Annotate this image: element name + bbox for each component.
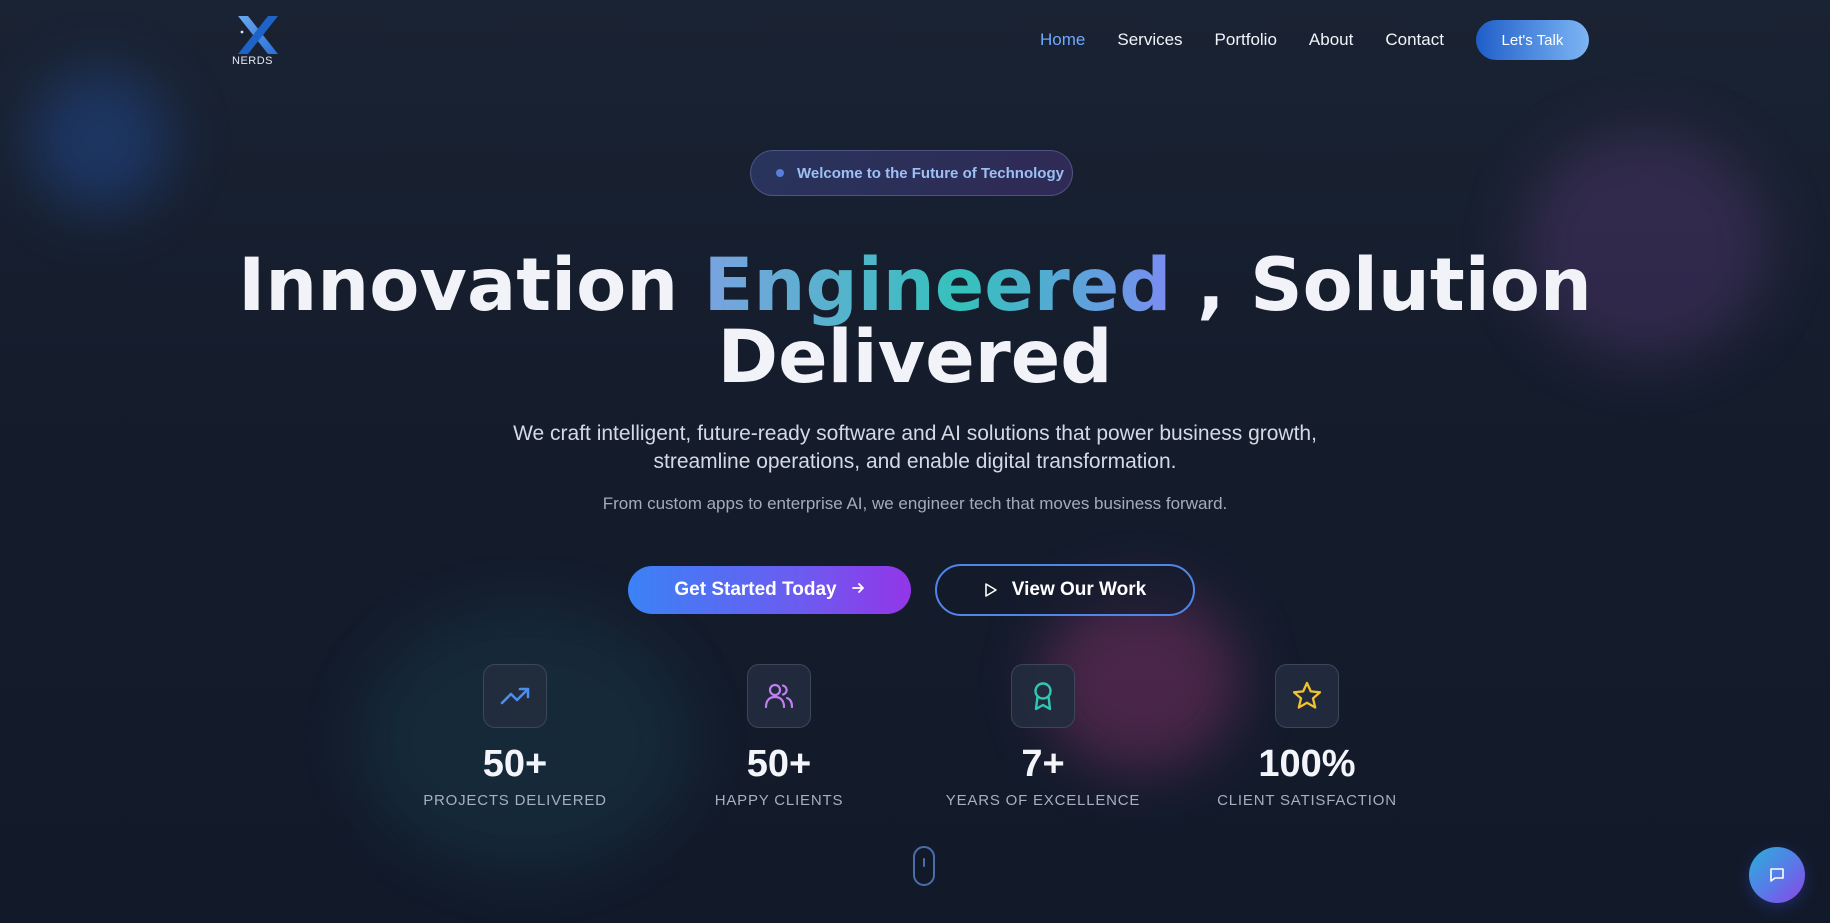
nav-portfolio[interactable]: Portfolio bbox=[1215, 20, 1277, 60]
welcome-badge: Welcome to the Future of Technology bbox=[750, 150, 1073, 196]
hero-subtitle: We craft intelligent, future-ready softw… bbox=[0, 420, 1830, 476]
chat-icon bbox=[1768, 866, 1786, 884]
hero-headline: Innovation Engineered , Solution Deliver… bbox=[0, 249, 1830, 400]
nav-services[interactable]: Services bbox=[1117, 20, 1182, 60]
dot-icon bbox=[776, 169, 784, 177]
stat-label: CLIENT SATISFACTION bbox=[1217, 792, 1397, 809]
users-icon bbox=[747, 664, 811, 728]
stat-clients: 50+ HAPPY CLIENTS bbox=[679, 664, 879, 809]
scroll-wheel bbox=[923, 858, 925, 867]
stat-value: 50+ bbox=[482, 743, 548, 785]
background-glow bbox=[30, 70, 170, 210]
scroll-indicator-icon[interactable] bbox=[913, 846, 935, 886]
trending-up-icon bbox=[483, 664, 547, 728]
view-our-work-label: View Our Work bbox=[1011, 579, 1147, 600]
play-icon bbox=[984, 582, 998, 598]
headline-part1: Innovation bbox=[238, 243, 704, 328]
welcome-badge-text: Welcome to the Future of Technology bbox=[797, 164, 1064, 182]
lets-talk-button[interactable]: Let's Talk bbox=[1475, 20, 1589, 60]
nav-home[interactable]: Home bbox=[1040, 20, 1085, 60]
get-started-button[interactable]: Get Started Today bbox=[628, 566, 911, 614]
logo-wordmark: NERDS bbox=[232, 55, 274, 67]
get-started-label: Get Started Today bbox=[674, 579, 837, 600]
stat-projects: 50+ PROJECTS DELIVERED bbox=[415, 664, 615, 809]
hero-tagline: From custom apps to enterprise AI, we en… bbox=[602, 494, 1228, 513]
subtitle-line1: We craft intelligent, future-ready softw… bbox=[513, 422, 1317, 445]
view-our-work-button[interactable]: View Our Work bbox=[935, 564, 1195, 616]
stat-label: YEARS OF EXCELLENCE bbox=[945, 792, 1141, 809]
stat-label: PROJECTS DELIVERED bbox=[423, 792, 607, 809]
nav-contact[interactable]: Contact bbox=[1385, 20, 1444, 60]
page: NERDS Home Services Portfolio About Cont… bbox=[0, 0, 1830, 923]
arrow-right-icon bbox=[851, 580, 865, 600]
award-icon bbox=[1011, 664, 1075, 728]
main-nav: Home Services Portfolio About Contact Le… bbox=[1040, 20, 1589, 60]
stat-value: 7+ bbox=[1021, 743, 1065, 785]
chat-button[interactable] bbox=[1749, 847, 1805, 903]
stat-value: 50+ bbox=[746, 743, 812, 785]
stat-satisfaction: 100% CLIENT SATISFACTION bbox=[1207, 664, 1407, 809]
stat-value: 100% bbox=[1258, 743, 1356, 785]
subtitle-line2: streamline operations, and enable digita… bbox=[653, 450, 1177, 473]
headline-part2: , Solution bbox=[1171, 243, 1592, 328]
stat-label: HAPPY CLIENTS bbox=[714, 792, 844, 809]
stat-years: 7+ YEARS OF EXCELLENCE bbox=[943, 664, 1143, 809]
star-icon bbox=[1275, 664, 1339, 728]
nav-about[interactable]: About bbox=[1309, 20, 1353, 60]
headline-line2: Delivered bbox=[717, 315, 1113, 400]
